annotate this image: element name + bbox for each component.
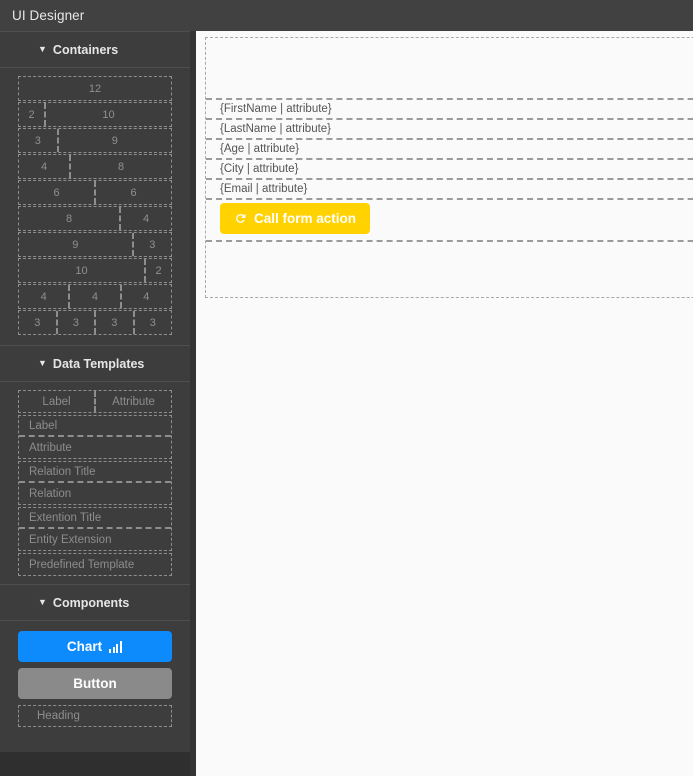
data-template-group[interactable]: LabelAttribute <box>18 390 172 413</box>
chart-component-button[interactable]: Chart <box>18 631 172 662</box>
section-label-components: Components <box>53 596 129 610</box>
data-template-cell[interactable]: Extention Title <box>19 508 171 527</box>
container-layout-row[interactable]: 444 <box>18 284 172 309</box>
data-template-group[interactable]: Predefined Template <box>18 553 172 576</box>
data-template-group[interactable]: Extention Title Entity Extension <box>18 507 172 551</box>
data-template-cell[interactable]: Label <box>19 391 96 412</box>
container-column-cell[interactable]: 8 <box>19 207 121 230</box>
container-column-cell[interactable]: 3 <box>134 233 172 256</box>
container-column-cell[interactable]: 6 <box>19 181 96 204</box>
data-template-row[interactable]: Extention Title <box>19 508 171 529</box>
data-template-row[interactable]: Relation Title <box>19 462 171 483</box>
attribute-row[interactable]: {Age | attribute} <box>206 138 693 160</box>
data-template-cell[interactable]: Label <box>19 416 171 435</box>
container-column-cell[interactable]: 4 <box>70 285 121 308</box>
data-template-row[interactable]: Relation <box>19 483 171 504</box>
container-layout-row[interactable]: 12 <box>18 76 172 101</box>
container-layout-row[interactable]: 84 <box>18 206 172 231</box>
caret-down-icon: ▼ <box>38 359 47 368</box>
button-component-label: Button <box>73 676 116 691</box>
container-column-cell[interactable]: 3 <box>19 311 58 334</box>
attribute-row[interactable]: {FirstName | attribute} <box>206 98 693 120</box>
section-label-data-templates: Data Templates <box>53 357 144 371</box>
data-template-row[interactable]: Attribute <box>19 437 171 458</box>
container-layout-row[interactable]: 3333 <box>18 310 172 335</box>
container-column-cell[interactable]: 3 <box>96 311 135 334</box>
container-column-cell[interactable]: 10 <box>19 259 146 282</box>
design-canvas[interactable]: {FirstName | attribute}{LastName | attri… <box>196 31 693 776</box>
container-column-cell[interactable]: 6 <box>96 181 171 204</box>
container-column-cell[interactable]: 2 <box>146 259 171 282</box>
data-template-row[interactable]: LabelAttribute <box>19 391 171 412</box>
container-layout-row[interactable]: 210 <box>18 102 172 127</box>
data-templates-list: LabelAttributeLabelAttributeRelation Tit… <box>0 382 190 576</box>
container-layout-row[interactable]: 66 <box>18 180 172 205</box>
data-template-cell[interactable]: Attribute <box>96 391 171 412</box>
sidebar-footer <box>0 752 190 776</box>
call-form-action-button[interactable]: Call form action <box>220 203 370 234</box>
container-column-cell[interactable]: 4 <box>19 155 71 178</box>
data-template-row[interactable]: Predefined Template <box>19 554 171 575</box>
refresh-icon <box>234 212 247 225</box>
data-template-cell[interactable]: Attribute <box>19 437 171 458</box>
caret-down-icon: ▼ <box>38 45 47 54</box>
container-column-cell[interactable]: 10 <box>46 103 171 126</box>
container-column-cell[interactable]: 4 <box>121 207 171 230</box>
sidebar-section-components[interactable]: ▼ Components <box>0 584 190 621</box>
data-template-cell[interactable]: Predefined Template <box>19 554 171 575</box>
titlebar: UI Designer <box>0 0 693 31</box>
bar-chart-icon <box>109 641 123 653</box>
attribute-row[interactable]: {City | attribute} <box>206 158 693 180</box>
chart-button-label: Chart <box>67 639 102 654</box>
container-column-cell[interactable]: 3 <box>58 311 97 334</box>
container-column-cell[interactable]: 8 <box>71 155 171 178</box>
sidebar-section-data-templates[interactable]: ▼ Data Templates <box>0 345 190 382</box>
app-title: UI Designer <box>0 8 84 23</box>
container-column-cell[interactable]: 3 <box>135 311 172 334</box>
data-template-cell[interactable]: Relation Title <box>19 462 171 481</box>
sidebar-section-containers[interactable]: ▼ Containers <box>0 31 190 68</box>
container-column-cell[interactable]: 3 <box>19 129 59 152</box>
attribute-rows: {FirstName | attribute}{LastName | attri… <box>206 98 693 200</box>
container-column-cell[interactable]: 4 <box>19 285 70 308</box>
call-form-action-label: Call form action <box>254 211 356 226</box>
data-template-cell[interactable]: Entity Extension <box>19 529 171 550</box>
attribute-row[interactable]: {LastName | attribute} <box>206 118 693 140</box>
action-row[interactable]: Call form action <box>206 198 693 242</box>
container-empty-top-slot[interactable] <box>206 38 693 100</box>
container-column-cell[interactable]: 2 <box>19 103 46 126</box>
form-container[interactable]: {FirstName | attribute}{LastName | attri… <box>205 37 693 298</box>
container-column-cell[interactable]: 4 <box>122 285 171 308</box>
containers-grid-list: 1221039486684931024443333 <box>0 68 190 335</box>
data-template-group[interactable]: Label Attribute <box>18 415 172 459</box>
button-component-button[interactable]: Button <box>18 668 172 699</box>
sidebar: ▼ Containers 1221039486684931024443333 ▼… <box>0 31 190 776</box>
container-layout-row[interactable]: 39 <box>18 128 172 153</box>
container-layout-row[interactable]: 102 <box>18 258 172 283</box>
container-column-cell[interactable]: 12 <box>19 77 171 100</box>
data-template-group[interactable]: Relation Title Relation <box>18 461 172 505</box>
container-layout-row[interactable]: 93 <box>18 232 172 257</box>
container-layout-row[interactable]: 48 <box>18 154 172 179</box>
data-template-cell[interactable]: Relation <box>19 483 171 504</box>
heading-component-label: Heading <box>37 710 80 722</box>
components-list: Chart Button Heading <box>0 621 190 727</box>
container-column-cell[interactable]: 9 <box>19 233 134 256</box>
section-label-containers: Containers <box>53 43 118 57</box>
attribute-row[interactable]: {Email | attribute} <box>206 178 693 200</box>
caret-down-icon: ▼ <box>38 598 47 607</box>
container-column-cell[interactable]: 9 <box>59 129 172 152</box>
heading-component-slot[interactable]: Heading <box>18 705 172 727</box>
data-template-row[interactable]: Entity Extension <box>19 529 171 550</box>
data-template-row[interactable]: Label <box>19 416 171 437</box>
